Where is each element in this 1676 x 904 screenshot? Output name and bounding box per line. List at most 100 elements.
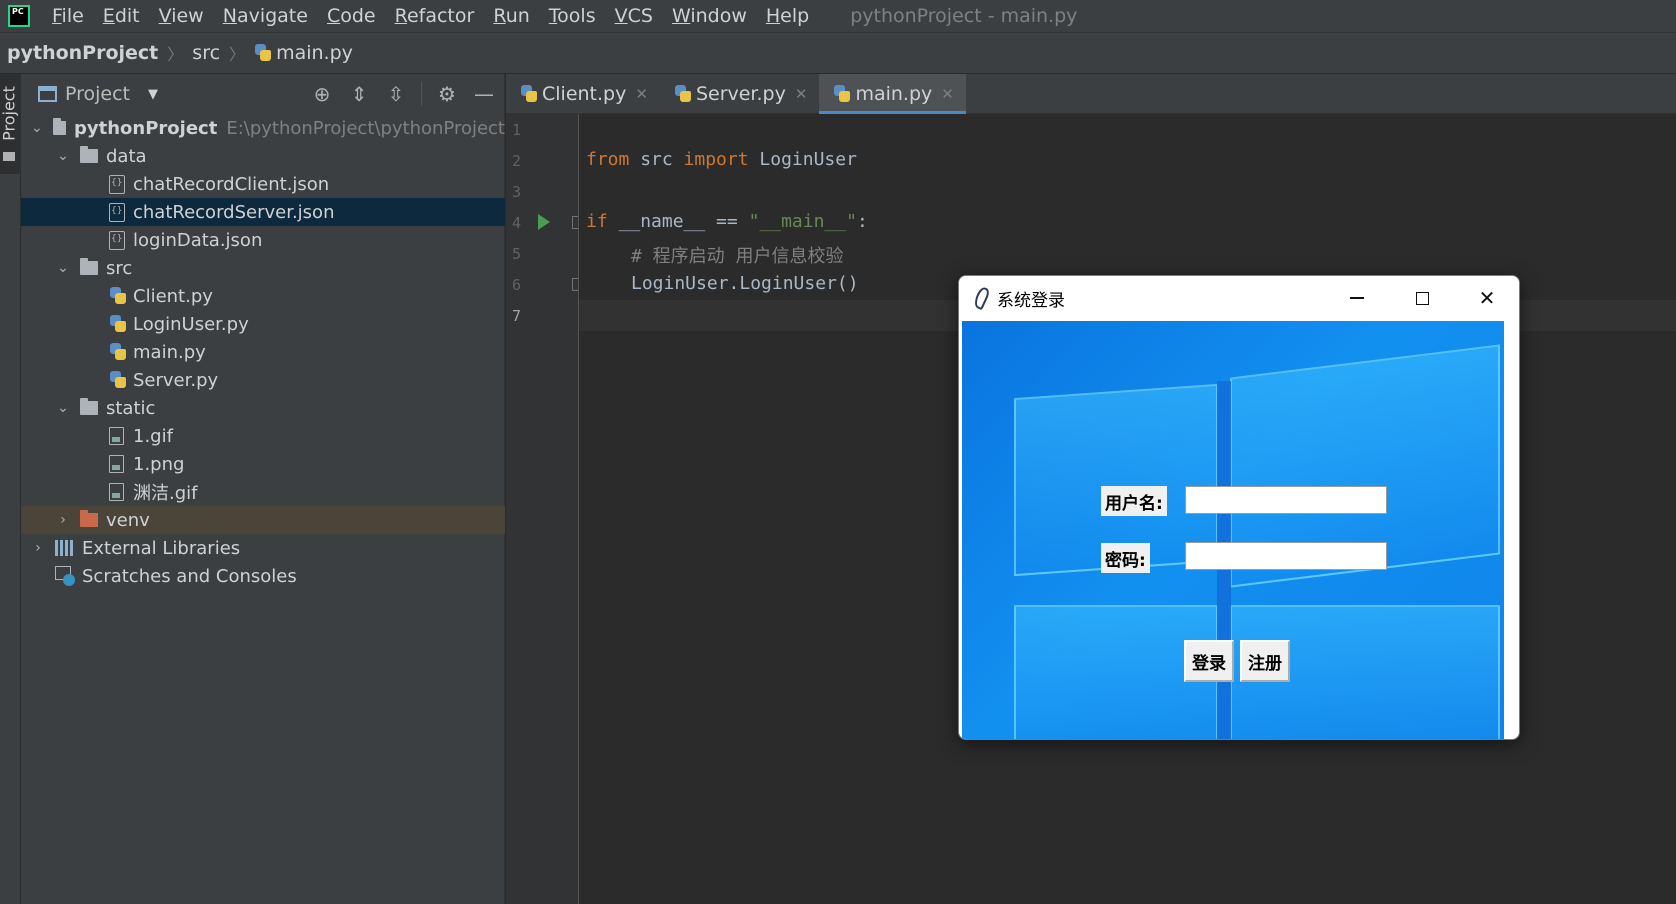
tab-client-py[interactable]: Client.py ✕: [506, 74, 660, 114]
tab-server-py[interactable]: Server.py ✕: [660, 74, 820, 114]
editor-gutter: 1 2 3 4 5 6 7: [506, 114, 583, 904]
tree-item-1-png[interactable]: 1.png: [21, 450, 505, 478]
menu-bar: PC File Edit View Navigate Code Refactor…: [0, 0, 1676, 32]
tree-item-label: Server.py: [133, 369, 219, 391]
python-file-icon: [833, 85, 851, 103]
chevron-down-icon[interactable]: ⌄: [56, 260, 70, 276]
maximize-button[interactable]: [1399, 282, 1445, 314]
menu-navigate[interactable]: Navigate: [223, 5, 308, 27]
tree-item-server-py[interactable]: Server.py: [21, 366, 505, 394]
line-number: 2: [512, 152, 522, 170]
line-number: 7: [512, 307, 522, 325]
feather-icon: [973, 287, 987, 309]
tree-item-1-gif[interactable]: 1.gif: [21, 422, 505, 450]
breadcrumb-project[interactable]: pythonProject: [7, 42, 158, 64]
chevron-right-icon: 〉: [167, 45, 184, 64]
tree-item-src[interactable]: ⌄ src: [21, 254, 505, 282]
tree-item-client-py[interactable]: Client.py: [21, 282, 505, 310]
minimize-icon: [1350, 297, 1364, 299]
tree-item-venv[interactable]: › venv: [21, 506, 505, 534]
chevron-down-icon[interactable]: ⌄: [31, 120, 43, 136]
tree-item-logindata[interactable]: loginData.json: [21, 226, 505, 254]
menu-edit[interactable]: Edit: [103, 5, 140, 27]
tab-label: main.py: [855, 83, 933, 105]
menu-file[interactable]: File: [52, 5, 84, 27]
tree-item-label: Scratches and Consoles: [82, 565, 297, 587]
chevron-right-icon[interactable]: ›: [56, 512, 70, 528]
menu-window[interactable]: Window: [672, 5, 747, 27]
close-icon[interactable]: ✕: [941, 85, 954, 103]
menu-run[interactable]: Run: [493, 5, 529, 27]
menu-code[interactable]: Code: [327, 5, 376, 27]
password-label: 密码:: [1101, 543, 1150, 573]
code-text: :: [856, 211, 868, 232]
tab-main-py[interactable]: main.py ✕: [819, 74, 967, 114]
username-label: 用户名:: [1101, 486, 1167, 516]
login-window: 系统登录 ✕ 用户名: 密码: 登录 注册: [958, 275, 1520, 740]
tree-item-label: pythonProject: [74, 117, 218, 139]
tree-item-root[interactable]: ⌄ pythonProject E:\pythonProject\pythonP…: [21, 114, 505, 142]
close-icon[interactable]: ✕: [635, 85, 648, 103]
left-tool-stripe: Project: [0, 74, 21, 904]
project-panel-header: Project ▼ ⊕ ⇕ ⇳ ⚙ —: [21, 74, 504, 114]
login-window-titlebar[interactable]: 系统登录 ✕: [959, 276, 1519, 320]
window-title: pythonProject - main.py: [850, 5, 1078, 27]
username-input[interactable]: [1185, 486, 1387, 514]
register-button[interactable]: 注册: [1240, 640, 1290, 682]
tree-item-loginuser-py[interactable]: LoginUser.py: [21, 310, 505, 338]
gear-icon[interactable]: ⚙: [435, 82, 459, 106]
keyword: if: [586, 211, 608, 232]
chevron-down-icon[interactable]: ⌄: [56, 148, 70, 164]
chevron-right-icon[interactable]: ›: [31, 540, 45, 556]
password-input[interactable]: [1185, 542, 1387, 570]
code-line-4: if __name__ == "__main__":: [586, 211, 868, 232]
locate-file-icon[interactable]: ⊕: [310, 82, 334, 106]
tree-item-chatrecordclient[interactable]: chatRecordClient.json: [21, 170, 505, 198]
menu-tools[interactable]: Tools: [549, 5, 596, 27]
close-icon[interactable]: ✕: [795, 85, 808, 103]
tree-item-label: main.py: [133, 341, 206, 363]
login-background: 用户名: 密码: 登录 注册: [962, 321, 1504, 739]
minimize-button[interactable]: [1334, 282, 1380, 314]
tree-item-main-py[interactable]: main.py: [21, 338, 505, 366]
breadcrumb-file[interactable]: main.py: [276, 42, 353, 64]
menu-help[interactable]: Help: [766, 5, 809, 27]
close-button[interactable]: ✕: [1464, 282, 1510, 314]
line-number: 1: [512, 121, 522, 139]
hide-panel-icon[interactable]: —: [472, 82, 496, 106]
breadcrumb-folder[interactable]: src: [192, 42, 220, 64]
menu-vcs[interactable]: VCS: [615, 5, 653, 27]
run-icon[interactable]: [538, 214, 550, 230]
tree-item-external-libraries[interactable]: › External Libraries: [21, 534, 505, 562]
python-file-icon: [109, 315, 127, 333]
tree-item-data[interactable]: ⌄ data: [21, 142, 505, 170]
json-file-icon: [109, 174, 125, 194]
toolbar-divider: [421, 82, 422, 106]
tree-item-label: 1.png: [133, 453, 185, 475]
expand-all-icon[interactable]: ⇕: [347, 82, 371, 106]
collapse-all-icon[interactable]: ⇳: [384, 82, 408, 106]
line-number: 6: [512, 276, 522, 294]
menu-refactor[interactable]: Refactor: [395, 5, 475, 27]
code-text: __name__ ==: [607, 211, 749, 232]
login-window-title: 系统登录: [997, 290, 1065, 311]
tab-label: Client.py: [542, 83, 627, 105]
menu-view[interactable]: View: [159, 5, 204, 27]
tree-item-static[interactable]: ⌄ static: [21, 394, 505, 422]
project-view-selector[interactable]: Project: [65, 83, 130, 105]
tree-item-label: loginData.json: [133, 229, 263, 251]
tree-item-chatrecordserver[interactable]: chatRecordServer.json: [21, 198, 505, 226]
tree-item-yuanjie-gif[interactable]: 渊洁.gif: [21, 478, 505, 506]
keyword: from: [586, 149, 630, 170]
tab-label: Server.py: [695, 83, 786, 105]
chevron-down-icon[interactable]: ⌄: [56, 400, 70, 416]
library-icon: [55, 540, 75, 556]
line-number: 3: [512, 183, 522, 201]
chevron-down-icon[interactable]: ▼: [148, 87, 158, 102]
tree-item-scratches[interactable]: Scratches and Consoles: [21, 562, 505, 590]
folder-icon: [52, 118, 67, 135]
tree-item-label: chatRecordServer.json: [133, 201, 335, 223]
project-tool-window-button[interactable]: Project: [0, 74, 21, 174]
python-file-icon: [109, 371, 127, 389]
login-button[interactable]: 登录: [1184, 640, 1234, 682]
